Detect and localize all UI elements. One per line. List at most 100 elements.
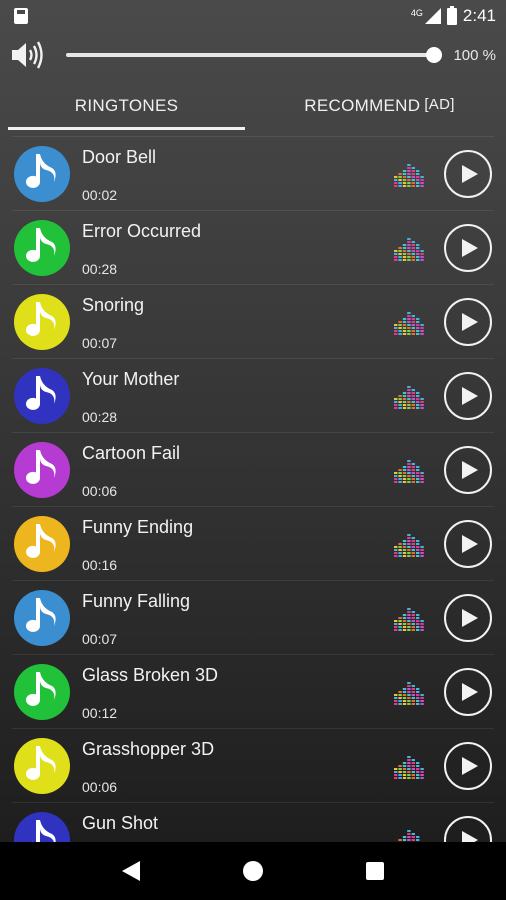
ringtone-title: Door Bell [82,146,157,167]
play-icon [462,682,478,701]
play-button[interactable] [444,371,492,420]
ringtone-duration: 00:06 [82,482,118,499]
play-button[interactable] [444,815,492,842]
ringtone-text: Cartoon Fail 00:06 [82,433,392,507]
tab-bar: RINGTONES RECOMMEND [AD] [0,78,506,134]
equalizer-icon [394,681,424,705]
ringtone-row[interactable]: Door Bell 00:02 [12,136,494,210]
ringtone-title: Funny Ending [82,516,194,537]
volume-slider[interactable] [66,47,442,63]
play-icon [462,534,478,553]
ringtone-list: Door Bell 00:02 Error Occurred 00:28 Snoring… [0,136,506,842]
ringtone-duration: 00:12 [82,704,118,721]
equalizer-icon [394,311,424,335]
tab-recommend-ad-badge: [AD] [424,95,455,113]
music-note-icon [14,811,70,842]
battery-charging-icon [446,5,457,25]
ringtone-text: Gun Shot [82,803,392,843]
app-screen: 4G 2:41 100 % RINGTONES RECOMMEND [AD] D… [0,0,506,842]
ringtone-text: Snoring 00:07 [82,285,392,359]
network-type: 4G [410,8,423,18]
ringtone-text: Grasshopper 3D 00:06 [82,729,392,803]
ringtone-title: Gun Shot [82,812,159,833]
back-icon[interactable] [121,861,140,881]
tab-ringtones[interactable]: RINGTONES [0,78,253,134]
play-button[interactable] [444,519,492,568]
signal-icon [424,8,441,24]
ringtone-text: Your Mother 00:28 [82,359,392,433]
music-note-icon [14,293,70,350]
ringtone-row[interactable]: Snoring 00:07 [12,284,494,358]
system-nav-bar [0,842,506,900]
volume-slider-thumb[interactable] [426,47,442,63]
equalizer-icon [394,607,424,631]
speaker-icon[interactable] [10,40,46,70]
ringtone-row[interactable]: Funny Falling 00:07 [12,580,494,654]
tab-recommend[interactable]: RECOMMEND [AD] [253,78,506,134]
play-button[interactable] [444,445,492,494]
music-note-icon [14,663,70,720]
equalizer-icon [394,385,424,409]
ringtone-duration: 00:16 [82,556,118,573]
ringtone-text: Error Occurred 00:28 [82,211,392,285]
ringtone-title: Grasshopper 3D [82,738,215,759]
home-icon[interactable] [242,861,263,881]
play-button[interactable] [444,223,492,272]
volume-value: 100 % [453,46,496,64]
music-note-icon [14,145,70,202]
play-icon [462,386,478,405]
status-time: 2:41 [462,6,496,25]
ringtone-row[interactable]: Glass Broken 3D 00:12 [12,654,494,728]
play-button[interactable] [444,149,492,198]
play-button[interactable] [444,593,492,642]
equalizer-icon [394,829,424,842]
ringtone-text: Funny Ending 00:16 [82,507,392,581]
music-note-icon [14,737,70,794]
volume-row: 100 % [0,32,506,78]
equalizer-icon [394,755,424,779]
play-icon [462,238,478,257]
play-button[interactable] [444,741,492,790]
status-bar: 4G 2:41 [0,0,506,32]
music-note-icon [14,515,70,572]
play-icon [462,830,478,842]
tab-recommend-label: RECOMMEND [304,96,421,115]
music-note-icon [14,219,70,276]
ringtone-duration: 00:07 [82,630,118,647]
play-icon [462,608,478,627]
play-icon [462,312,478,331]
ringtone-row[interactable]: Cartoon Fail 00:06 [12,432,494,506]
ringtone-duration: 00:02 [82,186,118,203]
equalizer-icon [394,459,424,483]
ringtone-text: Glass Broken 3D 00:12 [82,655,392,729]
play-button[interactable] [444,667,492,716]
music-note-icon [14,441,70,498]
ringtone-duration: 00:28 [82,260,118,277]
equalizer-icon [394,163,424,187]
ringtone-row[interactable]: Error Occurred 00:28 [12,210,494,284]
ringtone-title: Snoring [82,294,145,315]
ringtone-row[interactable]: Funny Ending 00:16 [12,506,494,580]
play-icon [462,756,478,775]
ringtone-title: Funny Falling [82,590,191,611]
equalizer-icon [394,533,424,557]
ringtone-duration: 00:07 [82,334,118,351]
equalizer-icon [394,237,424,261]
play-icon [462,164,478,183]
music-note-icon [14,589,70,646]
music-note-icon [14,367,70,424]
ringtone-title: Cartoon Fail [82,442,181,463]
ringtone-title: Your Mother [82,368,180,389]
ringtone-duration: 00:28 [82,408,118,425]
ringtone-row[interactable]: Your Mother 00:28 [12,358,494,432]
ringtone-title: Glass Broken 3D [82,664,219,685]
ringtone-text: Funny Falling 00:07 [82,581,392,655]
recent-apps-icon[interactable] [366,862,385,880]
play-button[interactable] [444,297,492,346]
ringtone-row[interactable]: Gun Shot [12,802,494,842]
play-icon [462,460,478,479]
ringtone-title: Error Occurred [82,220,202,241]
ringtone-row[interactable]: Grasshopper 3D 00:06 [12,728,494,802]
tab-ringtones-label: RINGTONES [74,96,179,115]
sd-card-icon [14,8,28,24]
